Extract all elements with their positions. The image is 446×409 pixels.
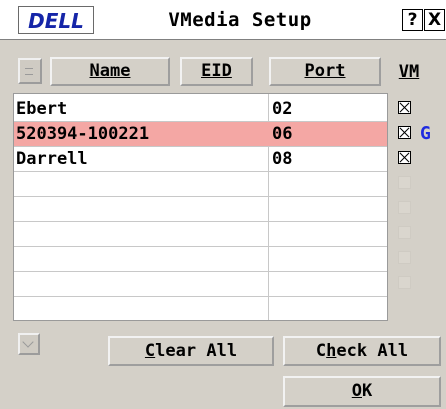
port-cell: 08 <box>272 149 293 169</box>
server-name-cell <box>16 197 266 221</box>
column-eid-label: ID <box>211 61 232 81</box>
column-port-mnemonic: P <box>304 61 315 81</box>
vm-cell <box>388 246 446 271</box>
port-cell <box>272 247 382 271</box>
column-vm-label: M <box>409 62 420 82</box>
table-row[interactable]: 520394-100221 06 <box>14 122 387 147</box>
port-cell <box>272 222 382 246</box>
table-row[interactable] <box>14 247 387 272</box>
vm-checkbox[interactable] <box>398 126 411 139</box>
table-row[interactable]: Ebert 02 <box>14 97 387 122</box>
column-name-mnemonic: N <box>89 61 100 81</box>
ok-label: K <box>362 381 373 401</box>
sort-toggle-button[interactable] <box>18 58 42 84</box>
clear-all-label: lear All <box>155 341 238 361</box>
server-name-cell <box>16 222 266 246</box>
vm-checkbox[interactable] <box>398 176 411 189</box>
table-row[interactable] <box>14 172 387 197</box>
port-cell: 02 <box>272 99 293 119</box>
column-name-button[interactable]: Name <box>50 57 170 86</box>
dell-logo: DELL <box>18 6 94 34</box>
scroll-down-button[interactable] <box>18 333 40 355</box>
table-row[interactable] <box>14 222 387 247</box>
server-name-cell <box>16 272 266 296</box>
vm-checkbox[interactable] <box>398 151 411 164</box>
clear-all-button[interactable]: Clear All <box>108 336 274 366</box>
vm-cell <box>388 271 446 296</box>
vm-cell <box>388 96 446 121</box>
port-cell: 06 <box>272 124 293 144</box>
svg-text:DELL: DELL <box>28 9 84 33</box>
port-cell <box>272 272 382 296</box>
vm-checkbox[interactable] <box>398 276 411 289</box>
ok-mnemonic: O <box>351 381 362 401</box>
vm-cell <box>388 221 446 246</box>
server-name-cell: Ebert <box>16 99 68 119</box>
server-table: Ebert 02 520394-100221 06 Darrell 08 <box>13 93 388 321</box>
vmedia-setup-window: DELL VMedia Setup ? X Name EID Port VM E… <box>0 0 446 409</box>
vm-cell <box>388 196 446 221</box>
check-all-prefix: C <box>315 341 327 361</box>
vm-cell: G <box>388 121 446 146</box>
column-eid-button[interactable]: EID <box>180 57 253 86</box>
table-row[interactable] <box>14 197 387 222</box>
vm-checkbox[interactable] <box>398 226 411 239</box>
server-name-cell: 520394-100221 <box>16 124 150 144</box>
port-cell <box>272 197 382 221</box>
help-button[interactable]: ? <box>402 9 423 31</box>
title-bar: DELL VMedia Setup ? X <box>0 0 446 40</box>
server-name-cell <box>16 247 266 271</box>
column-name-label: ame <box>99 61 131 81</box>
vm-status-flag: G <box>420 123 431 144</box>
column-eid-mnemonic: E <box>201 61 212 81</box>
vm-checkbox[interactable] <box>398 101 411 114</box>
check-all-mnemonic: h <box>326 341 337 361</box>
vm-cell <box>388 171 446 196</box>
column-port-button[interactable]: Port <box>269 57 381 86</box>
server-name-cell <box>16 172 266 196</box>
table-row[interactable] <box>14 272 387 297</box>
clear-all-mnemonic: C <box>144 341 156 361</box>
vm-cell <box>388 146 446 171</box>
vm-checkbox[interactable] <box>398 251 411 264</box>
column-vm-mnemonic: V <box>398 62 409 82</box>
table-row[interactable]: Darrell 08 <box>14 147 387 172</box>
server-name-cell: Darrell <box>16 149 88 169</box>
ok-button[interactable]: OK <box>283 376 441 407</box>
port-cell <box>272 172 382 196</box>
vm-column: G <box>388 93 446 321</box>
column-port-label: ort <box>314 61 346 81</box>
check-all-label: eck All <box>336 341 409 361</box>
check-all-button[interactable]: Check All <box>283 336 441 366</box>
close-button[interactable]: X <box>424 9 445 31</box>
vm-checkbox[interactable] <box>398 201 411 214</box>
column-vm-header: VM <box>391 59 427 85</box>
window-title: VMedia Setup <box>168 9 312 31</box>
